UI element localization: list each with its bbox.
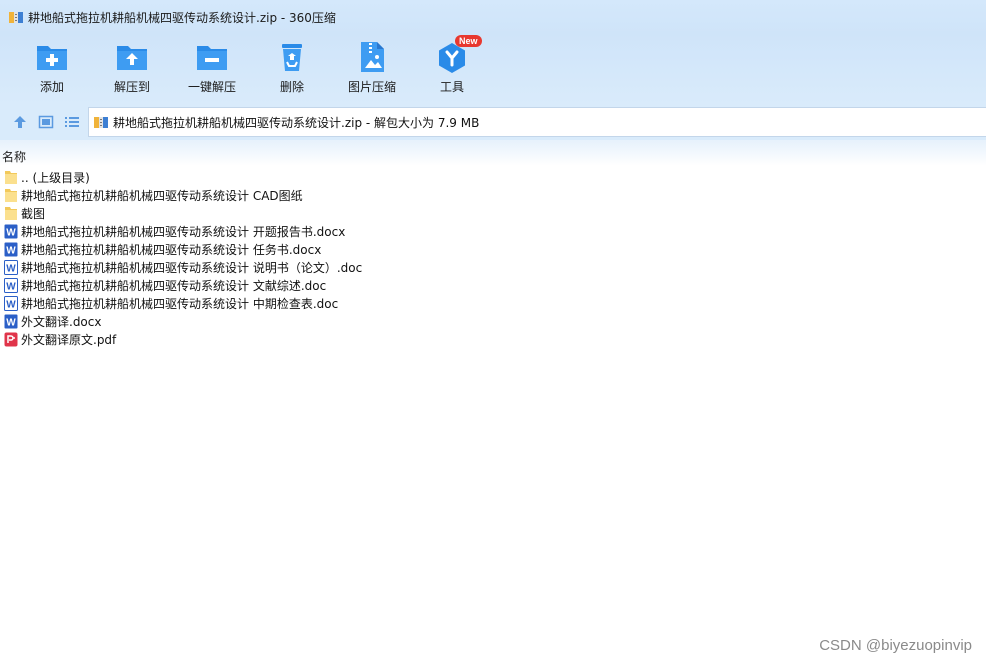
archive-icon <box>8 9 24 25</box>
add-label: 添加 <box>39 80 64 94</box>
watermark: CSDN @biyezuopinvip <box>819 637 972 654</box>
file-name: .. (上级目录) <box>21 170 90 185</box>
file-name: 外文翻译原文.pdf <box>21 332 117 347</box>
delete-button[interactable]: 删除 <box>252 40 332 100</box>
file-name: 外文翻译.docx <box>21 314 102 329</box>
tools-label: 工具 <box>439 80 464 94</box>
file-row[interactable]: 外文翻译原文.pdf <box>0 330 986 348</box>
word-doc-icon: W <box>4 259 18 275</box>
extract-to-button[interactable]: 解压到 <box>92 40 172 100</box>
file-row[interactable]: 截图 <box>0 204 986 222</box>
svg-text:W: W <box>6 245 16 256</box>
new-badge: New <box>455 35 482 47</box>
image-compress-icon <box>355 40 389 74</box>
pdf-icon <box>4 332 18 347</box>
word-docx-icon: W <box>4 224 18 239</box>
word-doc-icon: W <box>4 277 18 293</box>
file-row[interactable]: .. (上级目录) <box>0 168 986 186</box>
file-row[interactable]: W 耕地船式拖拉机耕船机械四驱传动系统设计 开题报告书.docx <box>0 222 986 240</box>
one-click-extract-button[interactable]: 一键解压 <box>172 40 252 100</box>
column-header-name[interactable]: 名称 <box>2 148 26 165</box>
file-list: .. (上级目录) 耕地船式拖拉机耕船机械四驱传动系统设计 CAD图纸 截图 W 耕地船… <box>0 168 986 348</box>
toolbar: 添加 解压到 一键解压 删除 图片压缩 New 工具 <box>0 34 986 104</box>
tools-icon: New <box>435 35 482 74</box>
file-row[interactable]: W 耕地船式拖拉机耕船机械四驱传动系统设计 中期检查表.doc <box>0 294 986 312</box>
file-row[interactable]: W 耕地船式拖拉机耕船机械四驱传动系统设计 说明书（论文）.doc <box>0 258 986 276</box>
svg-text:W: W <box>6 317 16 328</box>
file-name: 耕地船式拖拉机耕船机械四驱传动系统设计 任务书.docx <box>21 242 322 257</box>
window-title: 耕地船式拖拉机耕船机械四驱传动系统设计.zip - 360压缩 <box>28 10 336 25</box>
file-row[interactable]: W 耕地船式拖拉机耕船机械四驱传动系统设计 文献综述.doc <box>0 276 986 294</box>
up-arrow-icon[interactable] <box>12 114 28 130</box>
svg-text:W: W <box>6 227 16 238</box>
file-name: 耕地船式拖拉机耕船机械四驱传动系统设计 中期检查表.doc <box>21 296 339 311</box>
folder-icon <box>4 188 18 203</box>
delete-label: 删除 <box>279 80 304 94</box>
folder-icon <box>4 170 18 185</box>
svg-text:W: W <box>6 299 16 310</box>
file-row[interactable]: W 外文翻译.docx <box>0 312 986 330</box>
file-name: 耕地船式拖拉机耕船机械四驱传动系统设计 说明书（论文）.doc <box>21 260 363 275</box>
list-view-icon[interactable] <box>64 114 80 130</box>
folder-icon <box>4 206 18 221</box>
file-row[interactable]: W 耕地船式拖拉机耕船机械四驱传动系统设计 任务书.docx <box>0 240 986 258</box>
image-compress-button[interactable]: 图片压缩 <box>332 40 412 100</box>
extract-to-label: 解压到 <box>113 80 150 94</box>
one-click-extract-icon <box>195 40 229 74</box>
word-docx-icon: W <box>4 314 18 329</box>
word-docx-icon: W <box>4 242 18 257</box>
word-doc-icon: W <box>4 295 18 311</box>
file-name: 耕地船式拖拉机耕船机械四驱传动系统设计 开题报告书.docx <box>21 224 346 239</box>
recycle-bin-icon <box>275 40 309 74</box>
extract-to-icon <box>115 40 149 74</box>
tools-button[interactable]: New 工具 <box>412 35 492 100</box>
image-compress-label: 图片压缩 <box>347 80 396 94</box>
add-folder-icon <box>35 40 69 74</box>
file-name: 耕地船式拖拉机耕船机械四驱传动系统设计 文献综述.doc <box>21 278 327 293</box>
add-button[interactable]: 添加 <box>12 40 92 100</box>
address-bar: 耕地船式拖拉机耕船机械四驱传动系统设计.zip - 解包大小为 7.9 MB <box>0 104 986 140</box>
one-click-extract-label: 一键解压 <box>187 80 236 94</box>
path-text: 耕地船式拖拉机耕船机械四驱传动系统设计.zip - 解包大小为 7.9 MB <box>113 115 480 130</box>
file-name: 截图 <box>21 206 46 221</box>
list-header: 名称 <box>0 140 986 166</box>
svg-text:W: W <box>6 281 16 292</box>
title-bar: 耕地船式拖拉机耕船机械四驱传动系统设计.zip - 360压缩 <box>0 0 986 34</box>
svg-text:W: W <box>6 263 16 274</box>
thumbnail-view-icon[interactable] <box>38 114 54 130</box>
zip-file-icon <box>93 114 109 130</box>
file-name: 耕地船式拖拉机耕船机械四驱传动系统设计 CAD图纸 <box>21 188 303 203</box>
path-field[interactable]: 耕地船式拖拉机耕船机械四驱传动系统设计.zip - 解包大小为 7.9 MB <box>88 107 986 137</box>
file-row[interactable]: 耕地船式拖拉机耕船机械四驱传动系统设计 CAD图纸 <box>0 186 986 204</box>
